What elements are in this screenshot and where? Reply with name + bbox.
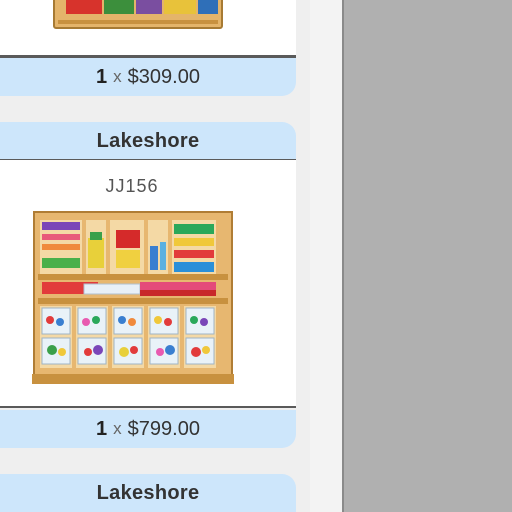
brand-name: Lakeshore [96,481,200,504]
brand-header[interactable]: Lakeshore [0,474,296,512]
detail-pane [344,0,512,512]
times-sign: x [113,419,122,438]
product-image[interactable] [32,210,236,386]
quantity-value: 1 [96,417,108,440]
card-divider [0,406,296,408]
product-sku: JJ156 [105,176,159,196]
product-image [53,0,223,29]
cart-item-list[interactable]: 1 x $309.00 Lakeshore JJ156 1 x $799.00 … [0,0,310,512]
price-bar: 1 x $309.00 [0,58,296,96]
brand-header[interactable]: Lakeshore [0,122,296,160]
price-value: $799.00 [127,417,200,440]
quantity-value: 1 [96,65,108,88]
brand-name: Lakeshore [96,129,200,152]
spacer [310,0,342,512]
cart-item-card [0,0,296,58]
price-bar: 1 x $799.00 [0,410,296,448]
cart-item-card[interactable]: JJ156 [0,160,296,408]
price-value: $309.00 [127,65,200,88]
times-sign: x [113,67,122,86]
